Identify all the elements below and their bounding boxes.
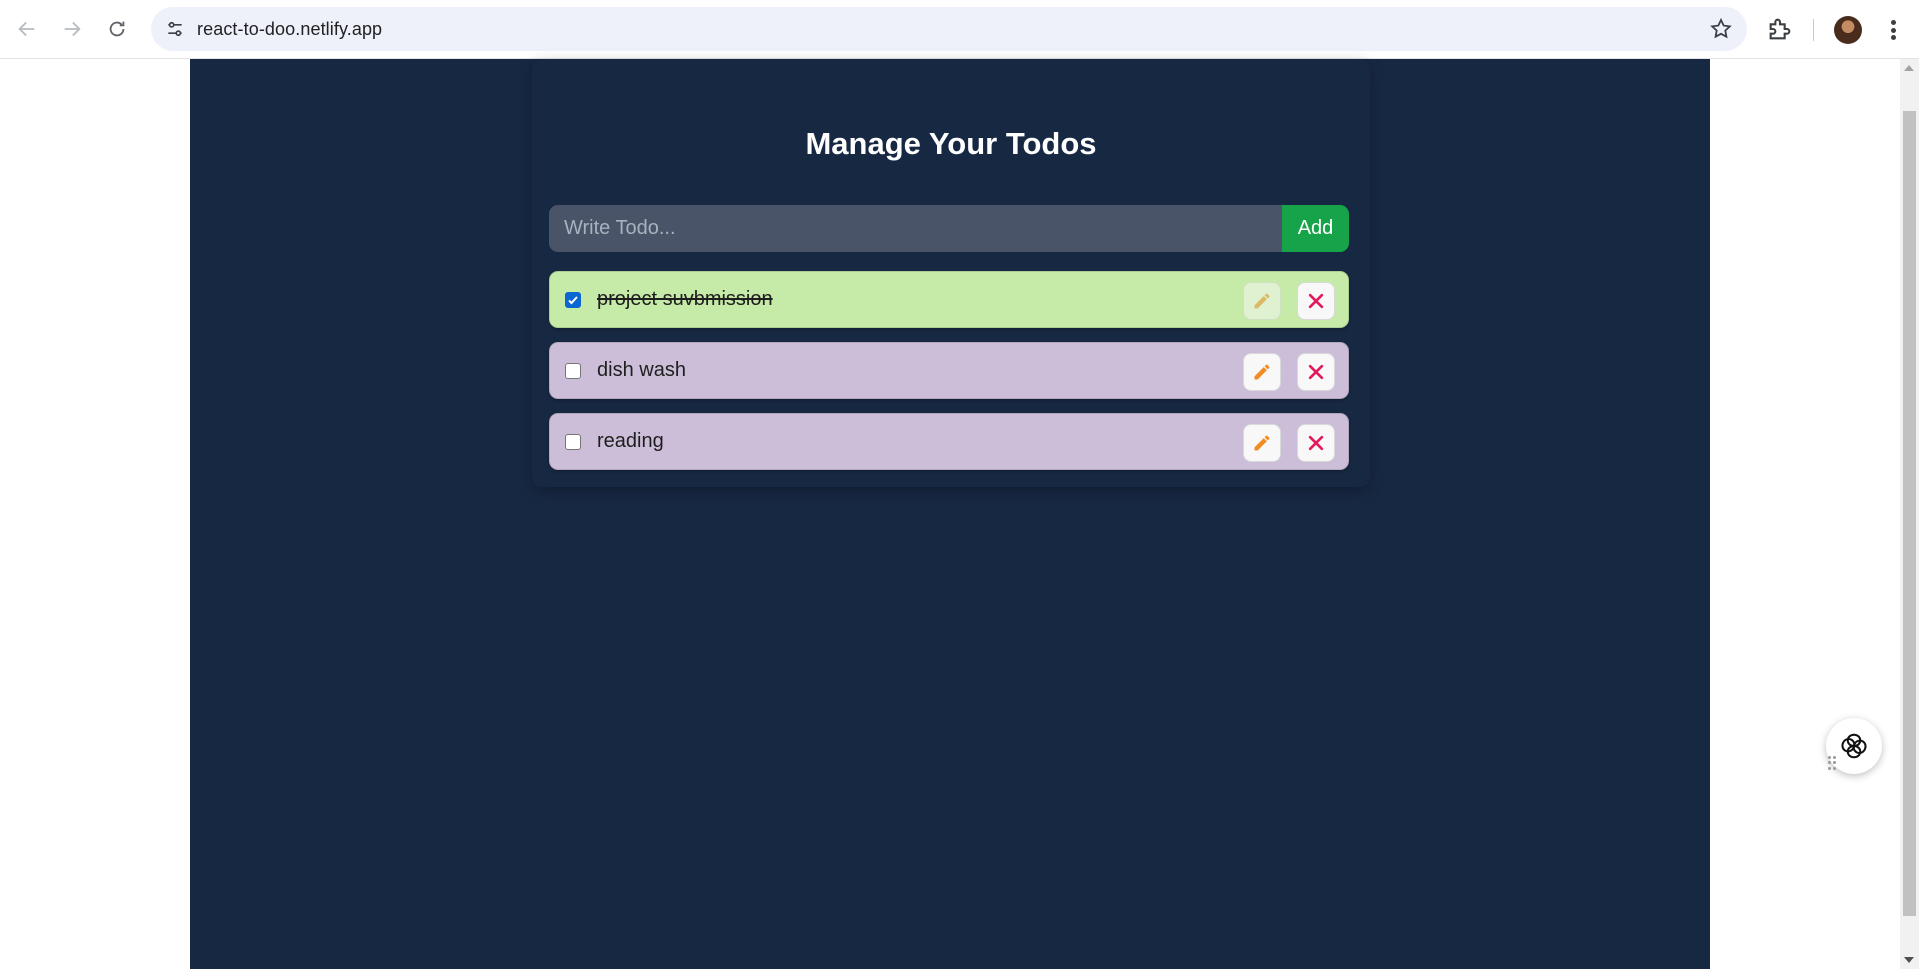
reload-button[interactable] <box>99 11 135 47</box>
browser-toolbar: react-to-doo.netlify.app <box>0 0 1919 59</box>
delete-button[interactable] <box>1297 282 1335 320</box>
close-icon <box>1308 364 1324 380</box>
pencil-icon <box>1254 364 1270 380</box>
kebab-menu-icon[interactable] <box>1880 16 1906 44</box>
drag-handle-icon[interactable] <box>1828 756 1836 770</box>
arrow-right-icon <box>64 21 81 37</box>
scroll-thumb[interactable] <box>1903 111 1916 916</box>
star-icon[interactable] <box>1709 17 1733 41</box>
todo-form: Add <box>549 205 1349 252</box>
pencil-icon <box>1254 435 1270 451</box>
app-background: Manage Your Todos Add project suvbmissio… <box>190 59 1710 969</box>
page-scrollbar[interactable] <box>1900 59 1919 969</box>
back-button[interactable] <box>9 11 45 47</box>
todo-checkbox[interactable] <box>565 292 581 308</box>
page-viewport: Manage Your Todos Add project suvbmissio… <box>0 59 1900 969</box>
scroll-down-arrow-icon[interactable] <box>1904 957 1914 963</box>
todo-item: dish wash <box>549 342 1349 399</box>
reload-icon <box>109 21 125 37</box>
forward-button[interactable] <box>54 11 90 47</box>
checkmark-icon <box>568 296 578 305</box>
delete-button[interactable] <box>1297 353 1335 391</box>
tune-icon <box>168 21 182 37</box>
todo-item: reading <box>549 413 1349 470</box>
todo-input[interactable] <box>549 205 1282 252</box>
edit-button[interactable] <box>1243 424 1281 462</box>
todo-text[interactable]: project suvbmission <box>597 288 773 311</box>
arrow-left-icon <box>18 21 35 37</box>
site-info-button[interactable] <box>159 13 191 45</box>
profile-avatar[interactable] <box>1834 16 1862 44</box>
url-text[interactable]: react-to-doo.netlify.app <box>197 19 382 40</box>
puzzle-icon[interactable] <box>1766 15 1794 43</box>
edit-button[interactable] <box>1243 282 1281 320</box>
todo-checkbox[interactable] <box>565 434 581 450</box>
delete-button[interactable] <box>1297 424 1335 462</box>
ai-assistant-icon <box>1841 733 1867 759</box>
add-button[interactable]: Add <box>1282 205 1349 252</box>
todo-item: project suvbmission <box>549 271 1349 328</box>
scroll-up-arrow-icon[interactable] <box>1904 65 1914 71</box>
todo-checkbox[interactable] <box>565 363 581 379</box>
toolbar-divider <box>1813 19 1814 41</box>
todo-text[interactable]: dish wash <box>597 359 686 382</box>
todo-text[interactable]: reading <box>597 430 664 453</box>
page-title: Manage Your Todos <box>805 126 1097 161</box>
close-icon <box>1308 435 1324 451</box>
edit-button[interactable] <box>1243 353 1281 391</box>
todo-card: Manage Your Todos Add project suvbmissio… <box>532 59 1370 487</box>
pencil-icon <box>1254 293 1270 309</box>
close-icon <box>1308 293 1324 309</box>
address-bar[interactable]: react-to-doo.netlify.app <box>151 7 1747 51</box>
